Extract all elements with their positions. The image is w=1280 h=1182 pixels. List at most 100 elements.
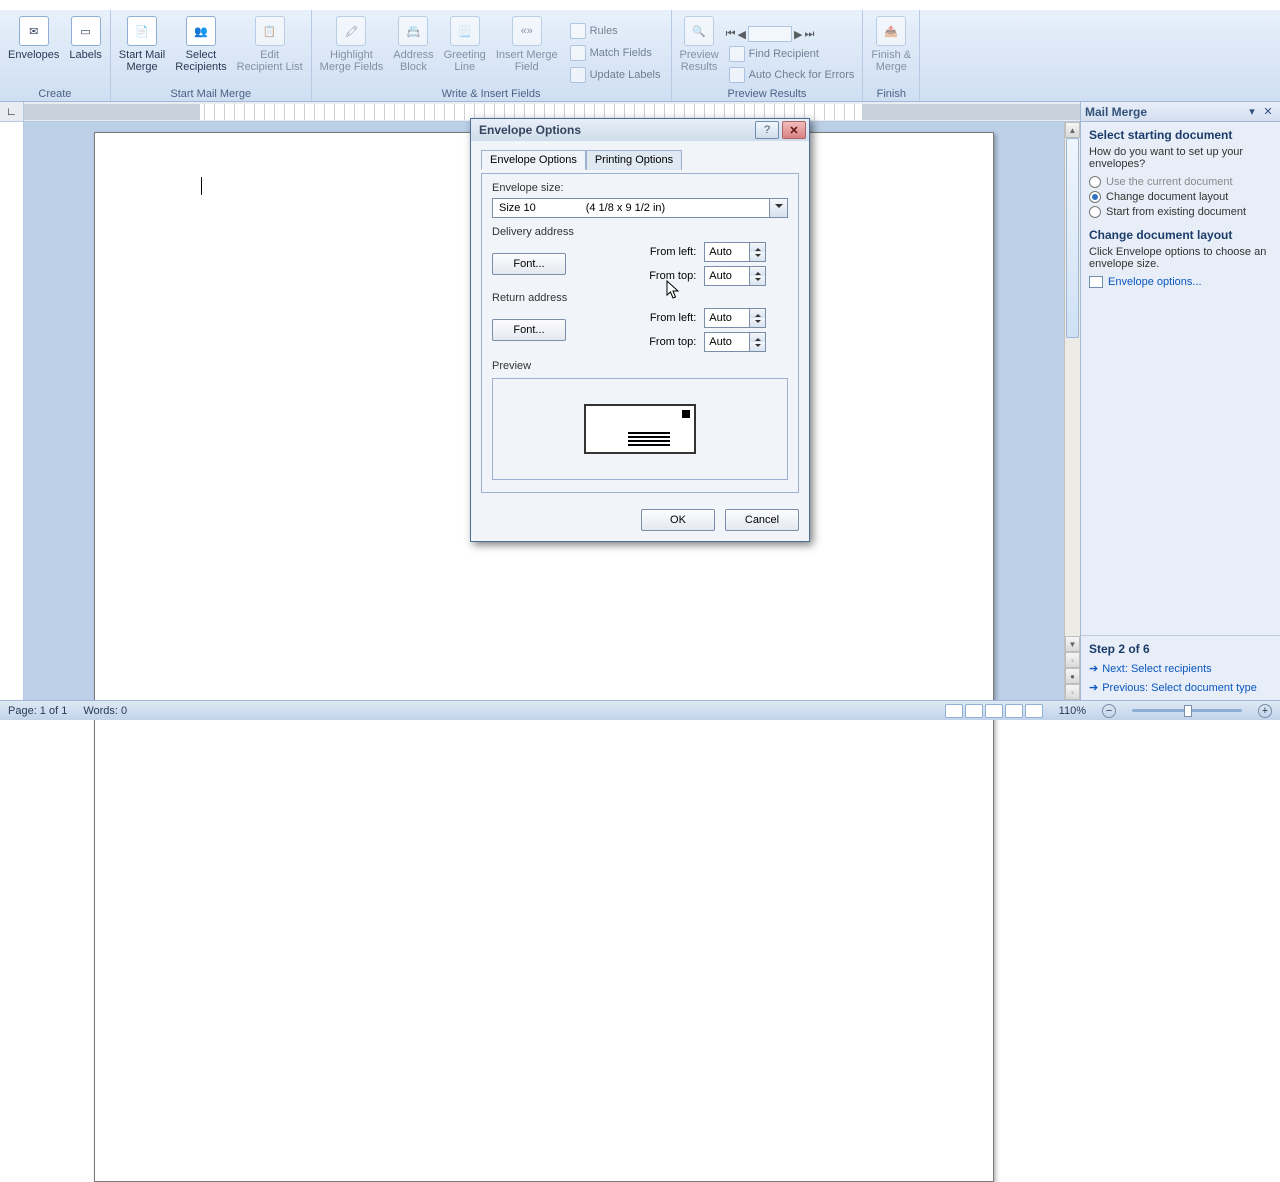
browse-object-button[interactable]: ● — [1065, 668, 1080, 684]
tab-printing-options[interactable]: Printing Options — [586, 150, 682, 170]
cancel-button[interactable]: Cancel — [725, 509, 799, 531]
envelope-preview — [492, 378, 788, 480]
scroll-track[interactable] — [1065, 138, 1080, 636]
highlight-icon: 🖍 — [336, 16, 366, 46]
spin-down-icon[interactable] — [750, 276, 765, 285]
ribbon: ✉ Envelopes ▭ Labels Create 📄 Start Mail… — [0, 10, 1280, 102]
envelope-options-link[interactable]: Envelope options... — [1089, 276, 1272, 288]
ribbon-group-write-insert: 🖍 Highlight Merge Fields 📇 Address Block… — [312, 10, 672, 101]
wizard-prev-link[interactable]: ➔ Previous: Select document type — [1089, 681, 1272, 694]
page-indicator[interactable]: Page: 1 of 1 — [8, 705, 67, 717]
first-record-icon[interactable]: ⏮ — [726, 26, 736, 42]
from-top-label: From top: — [627, 270, 696, 282]
group-label: Create — [3, 86, 107, 100]
zoom-level[interactable]: 110% — [1059, 705, 1086, 717]
start-mail-merge-button[interactable]: 📄 Start Mail Merge — [114, 15, 170, 86]
spin-down-icon[interactable] — [750, 318, 765, 327]
tab-envelope-options[interactable]: Envelope Options — [481, 150, 586, 170]
next-record-icon[interactable]: ▶ — [794, 26, 802, 42]
tab-selector[interactable]: ∟ — [0, 102, 24, 122]
taskpane-prompt: How do you want to set up your envelopes… — [1089, 146, 1272, 170]
finish-merge-button[interactable]: 📤 Finish & Merge — [866, 15, 916, 86]
labels-button[interactable]: ▭ Labels — [64, 15, 106, 86]
taskpane-heading: Select starting document — [1089, 128, 1272, 142]
envelope-size-select[interactable]: Size 10(4 1/8 x 9 1/2 in) — [492, 198, 788, 218]
return-block-icon — [682, 410, 690, 418]
return-from-top-spinner[interactable]: Auto — [704, 332, 766, 352]
match-icon — [570, 45, 586, 61]
option-change-layout[interactable]: Change document layout — [1089, 191, 1272, 203]
next-page-button[interactable]: ◦ — [1065, 684, 1080, 700]
envelope-icon: ✉ — [19, 16, 49, 46]
from-top-label: From top: — [627, 336, 696, 348]
finish-icon: 📤 — [876, 16, 906, 46]
scroll-down-button[interactable]: ▼ — [1065, 636, 1080, 652]
view-outline-button[interactable] — [1005, 704, 1023, 718]
address-block-button[interactable]: 📇 Address Block — [388, 15, 438, 86]
option-start-existing[interactable]: Start from existing document — [1089, 206, 1272, 218]
task-pane-menu-button[interactable]: ▾ — [1244, 104, 1260, 120]
delivery-font-button[interactable]: Font... — [492, 253, 566, 275]
spin-down-icon[interactable] — [750, 252, 765, 261]
scroll-up-button[interactable]: ▲ — [1065, 122, 1080, 138]
chevron-down-icon — [769, 199, 787, 217]
prev-record-icon[interactable]: ◀ — [738, 26, 746, 42]
dialog-tabs: Envelope Options Printing Options — [481, 149, 799, 169]
view-print-layout-button[interactable] — [945, 704, 963, 718]
record-number-input[interactable] — [748, 26, 792, 42]
delivery-from-top-spinner[interactable]: Auto — [704, 266, 766, 286]
vertical-scrollbar[interactable]: ▲ ▼ ◦ ● ◦ — [1064, 122, 1080, 700]
last-record-icon[interactable]: ⏭ — [804, 26, 814, 42]
document-icon: 📄 — [127, 16, 157, 46]
spin-down-icon[interactable] — [750, 342, 765, 351]
mail-merge-task-pane: Mail Merge ▾ ✕ Select starting document … — [1080, 102, 1280, 700]
highlight-merge-fields-button[interactable]: 🖍 Highlight Merge Fields — [315, 15, 389, 86]
ribbon-group-create: ✉ Envelopes ▭ Labels Create — [0, 10, 111, 101]
select-recipients-button[interactable]: 👥 Select Recipients — [170, 15, 231, 86]
word-count[interactable]: Words: 0 — [83, 705, 127, 717]
find-recipient-button[interactable]: Find Recipient — [726, 45, 858, 63]
spin-up-icon[interactable] — [750, 243, 765, 252]
dialog-help-button[interactable]: ? — [755, 121, 779, 139]
zoom-in-button[interactable]: + — [1258, 704, 1272, 718]
ok-button[interactable]: OK — [641, 509, 715, 531]
envelopes-button[interactable]: ✉ Envelopes — [3, 15, 64, 86]
delivery-from-left-spinner[interactable]: Auto — [704, 242, 766, 262]
view-draft-button[interactable] — [1025, 704, 1043, 718]
preview-label: Preview — [492, 360, 788, 372]
return-from-left-spinner[interactable]: Auto — [704, 308, 766, 328]
rules-button[interactable]: Rules — [567, 22, 664, 40]
spin-up-icon[interactable] — [750, 267, 765, 276]
group-label: Start Mail Merge — [114, 86, 308, 100]
delivery-address-label: Delivery address — [492, 226, 788, 238]
preview-results-button[interactable]: 🔍 Preview Results — [675, 15, 724, 86]
prev-page-button[interactable]: ◦ — [1065, 652, 1080, 668]
edit-recipient-list-button[interactable]: 📋 Edit Recipient List — [232, 15, 308, 86]
match-fields-button[interactable]: Match Fields — [567, 44, 664, 62]
from-left-label: From left: — [627, 312, 696, 324]
scroll-thumb[interactable] — [1066, 138, 1079, 338]
option-use-current[interactable]: Use the current document — [1089, 176, 1272, 188]
greeting-icon: 📃 — [450, 16, 480, 46]
ribbon-group-preview-results: 🔍 Preview Results ⏮ ◀ ▶ ⏭ Find Recipient… — [672, 10, 864, 101]
update-labels-button[interactable]: Update Labels — [567, 66, 664, 84]
zoom-out-button[interactable]: − — [1102, 704, 1116, 718]
zoom-slider[interactable] — [1132, 709, 1242, 712]
spin-up-icon[interactable] — [750, 309, 765, 318]
return-font-button[interactable]: Font... — [492, 319, 566, 341]
dialog-close-button[interactable]: ✕ — [782, 121, 806, 139]
view-web-layout-button[interactable] — [985, 704, 1003, 718]
auto-check-button[interactable]: Auto Check for Errors — [726, 66, 858, 84]
find-icon — [729, 46, 745, 62]
spin-up-icon[interactable] — [750, 333, 765, 342]
dialog-titlebar[interactable]: Envelope Options ? ✕ — [471, 119, 809, 141]
zoom-slider-knob[interactable] — [1184, 705, 1192, 717]
view-full-screen-button[interactable] — [965, 704, 983, 718]
dialog-icon — [1089, 276, 1103, 288]
radio-icon — [1089, 206, 1101, 218]
text-cursor — [201, 177, 202, 195]
task-pane-close-button[interactable]: ✕ — [1260, 104, 1276, 120]
greeting-line-button[interactable]: 📃 Greeting Line — [439, 15, 491, 86]
insert-merge-field-button[interactable]: «» Insert Merge Field — [491, 15, 563, 86]
wizard-next-link[interactable]: ➔ Next: Select recipients — [1089, 662, 1272, 675]
